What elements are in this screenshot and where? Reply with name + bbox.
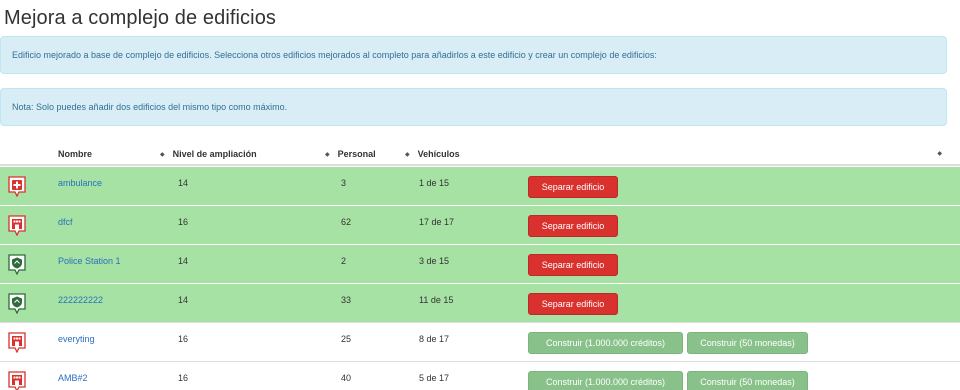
- building-level: 16: [178, 217, 189, 227]
- building-level: 16: [178, 373, 189, 383]
- fire-station-icon: [8, 371, 26, 390]
- build-with-credits-button[interactable]: Construir (1.000.000 créditos): [528, 332, 683, 354]
- sort-icon: ◆: [160, 151, 165, 158]
- fire-station-icon: [8, 215, 26, 236]
- building-vehicles: 11 de 15: [419, 295, 454, 305]
- separate-building-button[interactable]: Separar edificio: [528, 176, 618, 198]
- building-vehicles: 1 de 15: [419, 178, 450, 188]
- building-staff: 2: [341, 256, 347, 266]
- table-row: dfcf 16 62 17 de 17 Separar edificio: [0, 205, 960, 244]
- building-level: 16: [178, 334, 189, 344]
- sort-icon: ◆: [405, 151, 410, 158]
- building-staff: 62: [341, 217, 352, 227]
- table-row: Police Station 1 14 2 3 de 15 Separar ed…: [0, 244, 960, 283]
- separate-building-button[interactable]: Separar edificio: [528, 254, 618, 276]
- info-alert-text: Edificio mejorado a base de complejo de …: [12, 50, 657, 60]
- column-header-vehicles[interactable]: ◆ Vehículos: [405, 149, 460, 159]
- column-header-name[interactable]: Nombre: [58, 149, 92, 159]
- building-level: 14: [178, 256, 189, 266]
- note-alert: Nota: Solo puedes añadir dos edificios d…: [0, 88, 947, 126]
- column-header-level[interactable]: ◆ Nivel de ampliación: [160, 149, 257, 159]
- table-header: Nombre ◆ Nivel de ampliación ◆ Personal …: [0, 142, 960, 166]
- table-row: everyting 16 25 8 de 17 Construir (1.000…: [0, 322, 960, 361]
- buildings-table: Nombre ◆ Nivel de ampliación ◆ Personal …: [0, 142, 960, 390]
- sort-icon: ◆: [325, 151, 330, 158]
- building-vehicles: 17 de 17: [419, 217, 455, 227]
- hospital-cross-icon: [8, 176, 26, 197]
- building-name-link[interactable]: AMB#2: [58, 373, 88, 383]
- fire-station-icon: [8, 332, 26, 353]
- building-staff: 3: [341, 178, 347, 188]
- table-row: AMB#2 16 40 5 de 17 Construir (1.000.000…: [0, 361, 960, 390]
- build-with-coins-button[interactable]: Construir (50 monedas): [687, 332, 808, 354]
- separate-building-button[interactable]: Separar edificio: [528, 293, 618, 315]
- build-with-coins-button[interactable]: Construir (50 monedas): [687, 371, 808, 390]
- building-staff: 40: [341, 373, 352, 383]
- building-name-link[interactable]: ambulance: [58, 178, 102, 188]
- police-shield-icon: [8, 254, 26, 275]
- build-with-credits-button[interactable]: Construir (1.000.000 créditos): [528, 371, 683, 390]
- building-staff: 33: [341, 295, 352, 305]
- building-vehicles: 3 de 15: [419, 256, 450, 266]
- note-alert-text: Nota: Solo puedes añadir dos edificios d…: [12, 102, 288, 112]
- building-vehicles: 8 de 17: [419, 334, 450, 344]
- info-alert: Edificio mejorado a base de complejo de …: [0, 36, 947, 74]
- column-header-staff[interactable]: ◆ Personal: [325, 149, 376, 159]
- sort-icon[interactable]: ◆: [937, 150, 942, 157]
- table-row: ambulance 14 3 1 de 15 Separar edificio: [0, 166, 960, 205]
- building-name-link[interactable]: 222222222: [58, 295, 103, 305]
- page-title: Mejora a complejo de edificios: [4, 7, 277, 29]
- building-name-link[interactable]: Police Station 1: [58, 256, 121, 266]
- building-staff: 25: [341, 334, 352, 344]
- building-name-link[interactable]: everyting: [58, 334, 95, 344]
- building-level: 14: [178, 178, 189, 188]
- building-level: 14: [178, 295, 189, 305]
- building-name-link[interactable]: dfcf: [58, 217, 73, 227]
- police-shield-icon: [8, 293, 26, 314]
- building-vehicles: 5 de 17: [419, 373, 450, 383]
- table-row: 222222222 14 33 11 de 15 Separar edifici…: [0, 283, 960, 322]
- separate-building-button[interactable]: Separar edificio: [528, 215, 618, 237]
